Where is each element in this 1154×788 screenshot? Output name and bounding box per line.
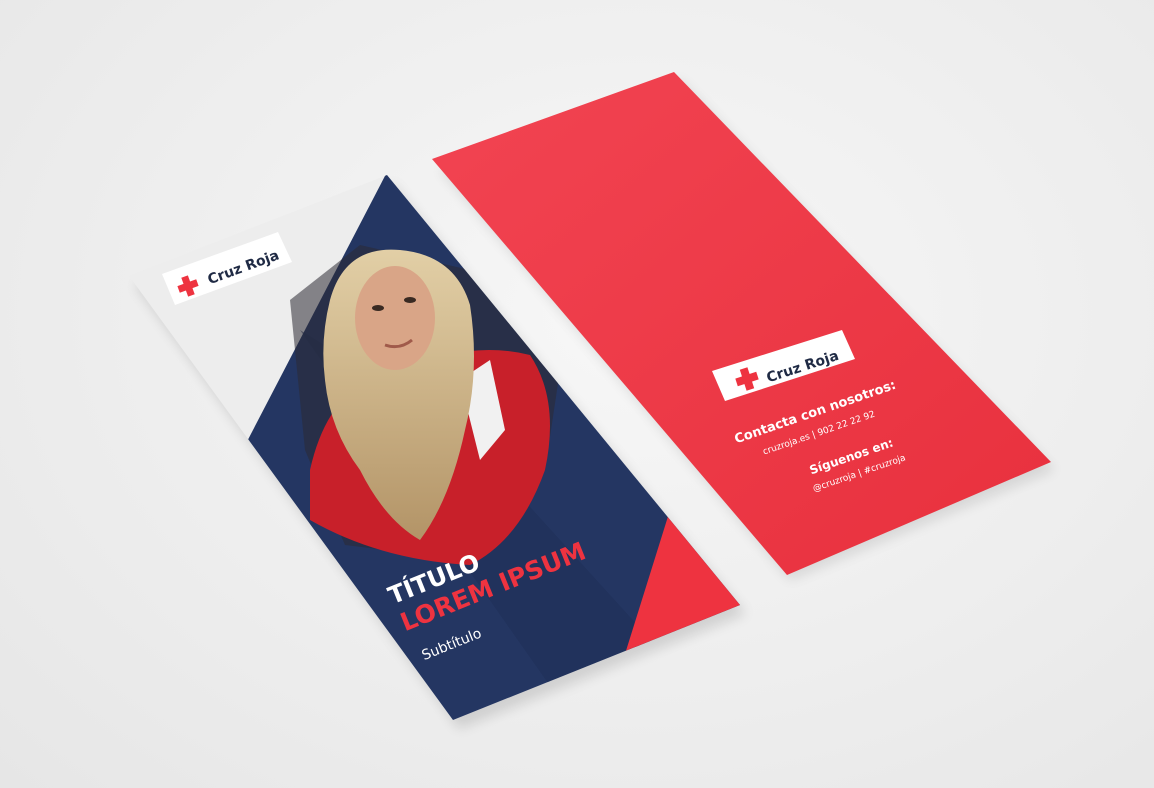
person-photo bbox=[290, 245, 560, 565]
mockup-scene: Cruz Roja TÍTULO LOREM IPSUM Subtítulo C… bbox=[0, 0, 1154, 788]
brochure-illustration bbox=[129, 72, 1055, 729]
